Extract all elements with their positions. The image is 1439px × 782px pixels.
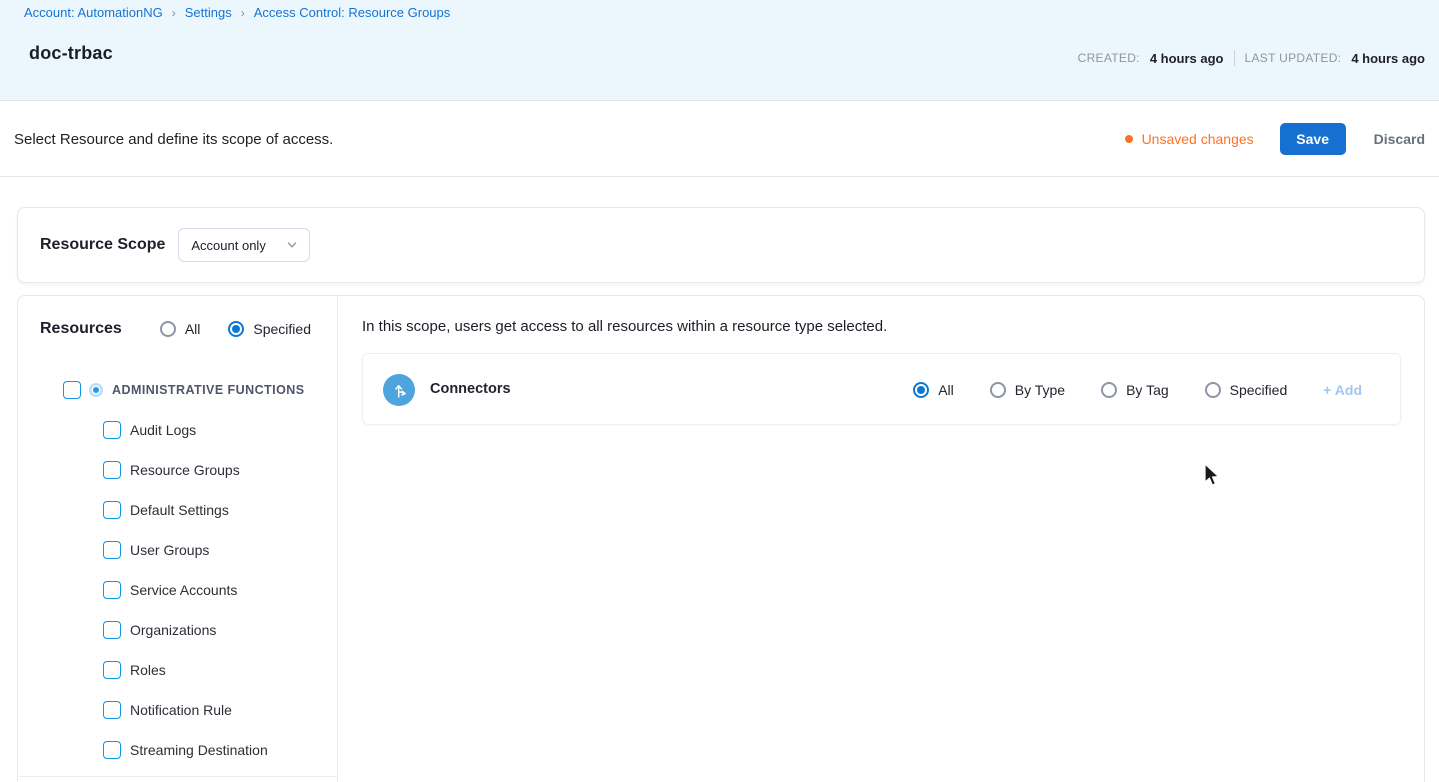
tree-item-label: User Groups (130, 542, 209, 558)
radio-label: Specified (1230, 382, 1288, 398)
tree-item-label: Audit Logs (130, 422, 196, 438)
resources-title: Resources (40, 320, 122, 338)
save-button[interactable]: Save (1280, 123, 1346, 155)
created-value: 4 hours ago (1150, 51, 1224, 66)
toolbar: Select Resource and define its scope of … (0, 102, 1439, 177)
radio-icon[interactable] (913, 382, 929, 398)
connectors-icon (383, 374, 415, 406)
resource-scope-selected-value: Account only (191, 238, 265, 253)
tree-item-default-settings[interactable]: Default Settings (103, 501, 229, 519)
resource-row-options: All By Type By Tag Specified + Add (913, 354, 1362, 426)
breadcrumb-separator-icon: › (241, 6, 245, 20)
radio-icon[interactable] (990, 382, 1006, 398)
radio-label: All (938, 382, 954, 398)
resource-scope-card: Resource Scope Account only (17, 207, 1425, 283)
page-title: doc-trbac (29, 43, 113, 64)
page-header: Account: AutomationNG › Settings › Acces… (0, 0, 1439, 101)
tree-item-label: Roles (130, 662, 166, 678)
tree-item-organizations[interactable]: Organizations (103, 621, 216, 639)
scope-indicator-icon (89, 383, 103, 397)
resources-left-panel: Resources All Specified ADMINISTRATIVE F… (18, 296, 338, 782)
tree-item-audit-logs[interactable]: Audit Logs (103, 421, 196, 439)
chevron-down-icon (287, 240, 297, 250)
checkbox[interactable] (103, 741, 121, 759)
resources-radio-specified[interactable]: Specified (228, 321, 311, 337)
resources-radio-all[interactable]: All (160, 321, 201, 337)
discard-button[interactable]: Discard (1374, 131, 1425, 147)
resource-scope-select[interactable]: Account only (178, 228, 310, 262)
tree-item-label: Notification Rule (130, 702, 232, 718)
scope-note: In this scope, users get access to all r… (362, 318, 887, 335)
checkbox[interactable] (103, 581, 121, 599)
connectors-radio-specified[interactable]: Specified (1205, 382, 1288, 398)
checkbox[interactable] (103, 541, 121, 559)
breadcrumb: Account: AutomationNG › Settings › Acces… (24, 5, 450, 20)
tree-group-administrative-functions[interactable]: ADMINISTRATIVE FUNCTIONS (63, 381, 305, 399)
last-updated-value: 4 hours ago (1351, 51, 1425, 66)
checkbox[interactable] (103, 461, 121, 479)
tree-item-label: Resource Groups (130, 462, 240, 478)
tree-group-label: ADMINISTRATIVE FUNCTIONS (112, 383, 305, 397)
meta-divider (1234, 50, 1235, 66)
tree-item-label: Organizations (130, 622, 216, 638)
connectors-radio-by-tag[interactable]: By Tag (1101, 382, 1169, 398)
breadcrumb-settings-link[interactable]: Settings (185, 5, 232, 20)
connectors-radio-by-type[interactable]: By Type (990, 382, 1065, 398)
resource-row-name: Connectors (430, 381, 511, 397)
resource-row-connectors: Connectors All By Type By Tag Specified (362, 353, 1401, 425)
tree-item-label: Streaming Destination (130, 742, 268, 758)
resources-header: Resources All Specified (40, 320, 311, 338)
checkbox[interactable] (103, 701, 121, 719)
header-meta: CREATED: 4 hours ago LAST UPDATED: 4 hou… (1078, 50, 1425, 66)
unsaved-changes-label: Unsaved changes (1142, 131, 1254, 147)
checkbox[interactable] (63, 381, 81, 399)
radio-icon[interactable] (228, 321, 244, 337)
breadcrumb-separator-icon: › (172, 6, 176, 20)
radio-label: Specified (253, 321, 311, 337)
checkbox[interactable] (103, 421, 121, 439)
resources-card: Resources All Specified ADMINISTRATIVE F… (17, 295, 1425, 782)
add-resources-link[interactable]: + Add (1323, 382, 1362, 398)
tree-item-roles[interactable]: Roles (103, 661, 166, 679)
checkbox[interactable] (103, 621, 121, 639)
radio-icon[interactable] (160, 321, 176, 337)
toolbar-description: Select Resource and define its scope of … (14, 131, 333, 148)
last-updated-label: LAST UPDATED: (1245, 51, 1342, 65)
toolbar-actions: Unsaved changes Save Discard (1125, 123, 1425, 155)
checkbox[interactable] (103, 501, 121, 519)
page: Account: AutomationNG › Settings › Acces… (0, 0, 1439, 782)
radio-label: By Tag (1126, 382, 1169, 398)
unsaved-changes-status: Unsaved changes (1125, 131, 1254, 147)
radio-label: All (185, 321, 201, 337)
connectors-radio-all[interactable]: All (913, 382, 954, 398)
tree-item-resource-groups[interactable]: Resource Groups (103, 461, 240, 479)
breadcrumb-account-link[interactable]: Account: AutomationNG (24, 5, 163, 20)
radio-icon[interactable] (1101, 382, 1117, 398)
unsaved-dot-icon (1125, 135, 1133, 143)
breadcrumb-access-control-link[interactable]: Access Control: Resource Groups (254, 5, 451, 20)
tree-item-user-groups[interactable]: User Groups (103, 541, 209, 559)
tree-item-service-accounts[interactable]: Service Accounts (103, 581, 237, 599)
left-panel-divider (19, 776, 338, 777)
checkbox[interactable] (103, 661, 121, 679)
created-label: CREATED: (1078, 51, 1140, 65)
tree-item-label: Service Accounts (130, 582, 237, 598)
radio-label: By Type (1015, 382, 1065, 398)
tree-item-notification-rule[interactable]: Notification Rule (103, 701, 232, 719)
resource-scope-label: Resource Scope (40, 236, 165, 254)
tree-item-streaming-destination[interactable]: Streaming Destination (103, 741, 268, 759)
tree-item-label: Default Settings (130, 502, 229, 518)
radio-icon[interactable] (1205, 382, 1221, 398)
